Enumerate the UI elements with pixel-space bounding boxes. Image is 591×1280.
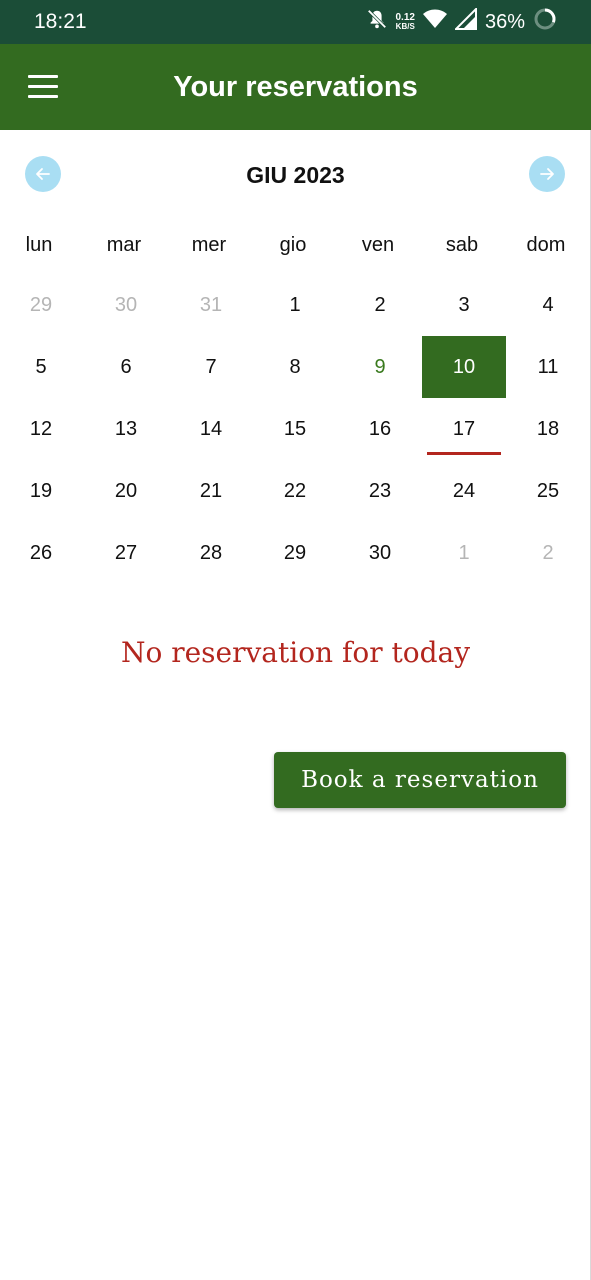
status-icons: 0.12 KB/S 36% — [366, 6, 558, 37]
day-cell[interactable]: 19 — [0, 460, 83, 522]
day-cell[interactable]: 14 — [169, 398, 253, 460]
day-cell[interactable]: 4 — [506, 274, 590, 336]
day-cell[interactable]: 25 — [506, 460, 590, 522]
day-cell[interactable]: 26 — [0, 522, 83, 584]
day-cell[interactable]: 29 — [0, 274, 83, 336]
day-cell[interactable]: 15 — [253, 398, 337, 460]
page-title: Your reservations — [173, 71, 418, 103]
month-title: GIU 2023 — [246, 162, 345, 188]
battery-icon — [533, 7, 557, 37]
weekday-label: sab — [445, 234, 479, 256]
day-cell[interactable]: 20 — [84, 460, 168, 522]
day-cell[interactable]: 29 — [253, 522, 337, 584]
day-cell[interactable]: 12 — [0, 398, 83, 460]
no-reservation-message: No reservation for today — [120, 636, 471, 669]
day-cell[interactable]: 9 — [338, 336, 422, 398]
day-cell[interactable]: 6 — [84, 336, 168, 398]
weekday-label: mer — [191, 234, 227, 256]
day-cell[interactable]: 2 — [506, 522, 590, 584]
day-cell[interactable]: 30 — [338, 522, 422, 584]
day-cell[interactable]: 5 — [0, 336, 83, 398]
day-cell[interactable]: 23 — [338, 460, 422, 522]
weekday-label: gio — [279, 234, 307, 256]
day-cell[interactable]: 1 — [422, 522, 506, 584]
day-cell[interactable]: 21 — [169, 460, 253, 522]
day-cell[interactable]: 30 — [84, 274, 168, 336]
weekday-label: lun — [25, 234, 53, 256]
weekday-header: lun mar mer gio ven sab dom — [0, 234, 591, 260]
day-cell[interactable]: 31 — [169, 274, 253, 336]
bell-off-icon — [366, 8, 388, 36]
calendar-grid: 29 30 31 1 2 3 4 5 6 7 8 9 10 11 12 13 14 15 16 17 18 19 20 21 2… — [0, 274, 591, 584]
network-speed: 0.12 KB/S — [395, 12, 415, 32]
day-cell[interactable]: 13 — [84, 398, 168, 460]
net-speed-unit: KB/S — [395, 22, 415, 31]
day-cell[interactable]: 22 — [253, 460, 337, 522]
day-cell[interactable]: 28 — [169, 522, 253, 584]
battery-percent: 36% — [484, 10, 525, 33]
signal-icon — [453, 6, 477, 36]
day-cell[interactable]: 17 — [422, 398, 506, 460]
day-cell[interactable]: 16 — [338, 398, 422, 460]
app-bar: Your reservations — [0, 44, 591, 130]
day-cell[interactable]: 8 — [253, 336, 337, 398]
calendar-header: GIU 2023 — [0, 154, 591, 194]
selected-day-cell[interactable]: 10 — [422, 336, 506, 398]
weekday-label: mar — [106, 234, 142, 256]
book-reservation-button[interactable]: Book a reservation — [274, 752, 566, 808]
day-cell[interactable]: 11 — [506, 336, 590, 398]
net-speed-value: 0.12 — [395, 12, 415, 23]
day-cell[interactable]: 2 — [338, 274, 422, 336]
day-cell[interactable]: 7 — [169, 336, 253, 398]
day-cell[interactable]: 24 — [422, 460, 506, 522]
next-month-button[interactable] — [529, 156, 565, 192]
weekday-label: dom — [526, 234, 566, 256]
day-cell[interactable]: 3 — [422, 274, 506, 336]
weekday-label: ven — [361, 234, 395, 256]
arrow-right-icon — [540, 168, 554, 180]
status-time: 18:21 — [34, 10, 87, 33]
wifi-icon — [422, 9, 447, 35]
day-cell[interactable]: 18 — [506, 398, 590, 460]
day-cell[interactable]: 1 — [253, 274, 337, 336]
day-cell[interactable]: 27 — [84, 522, 168, 584]
status-bar: 18:21 0.12 KB/S 36% — [0, 0, 591, 44]
